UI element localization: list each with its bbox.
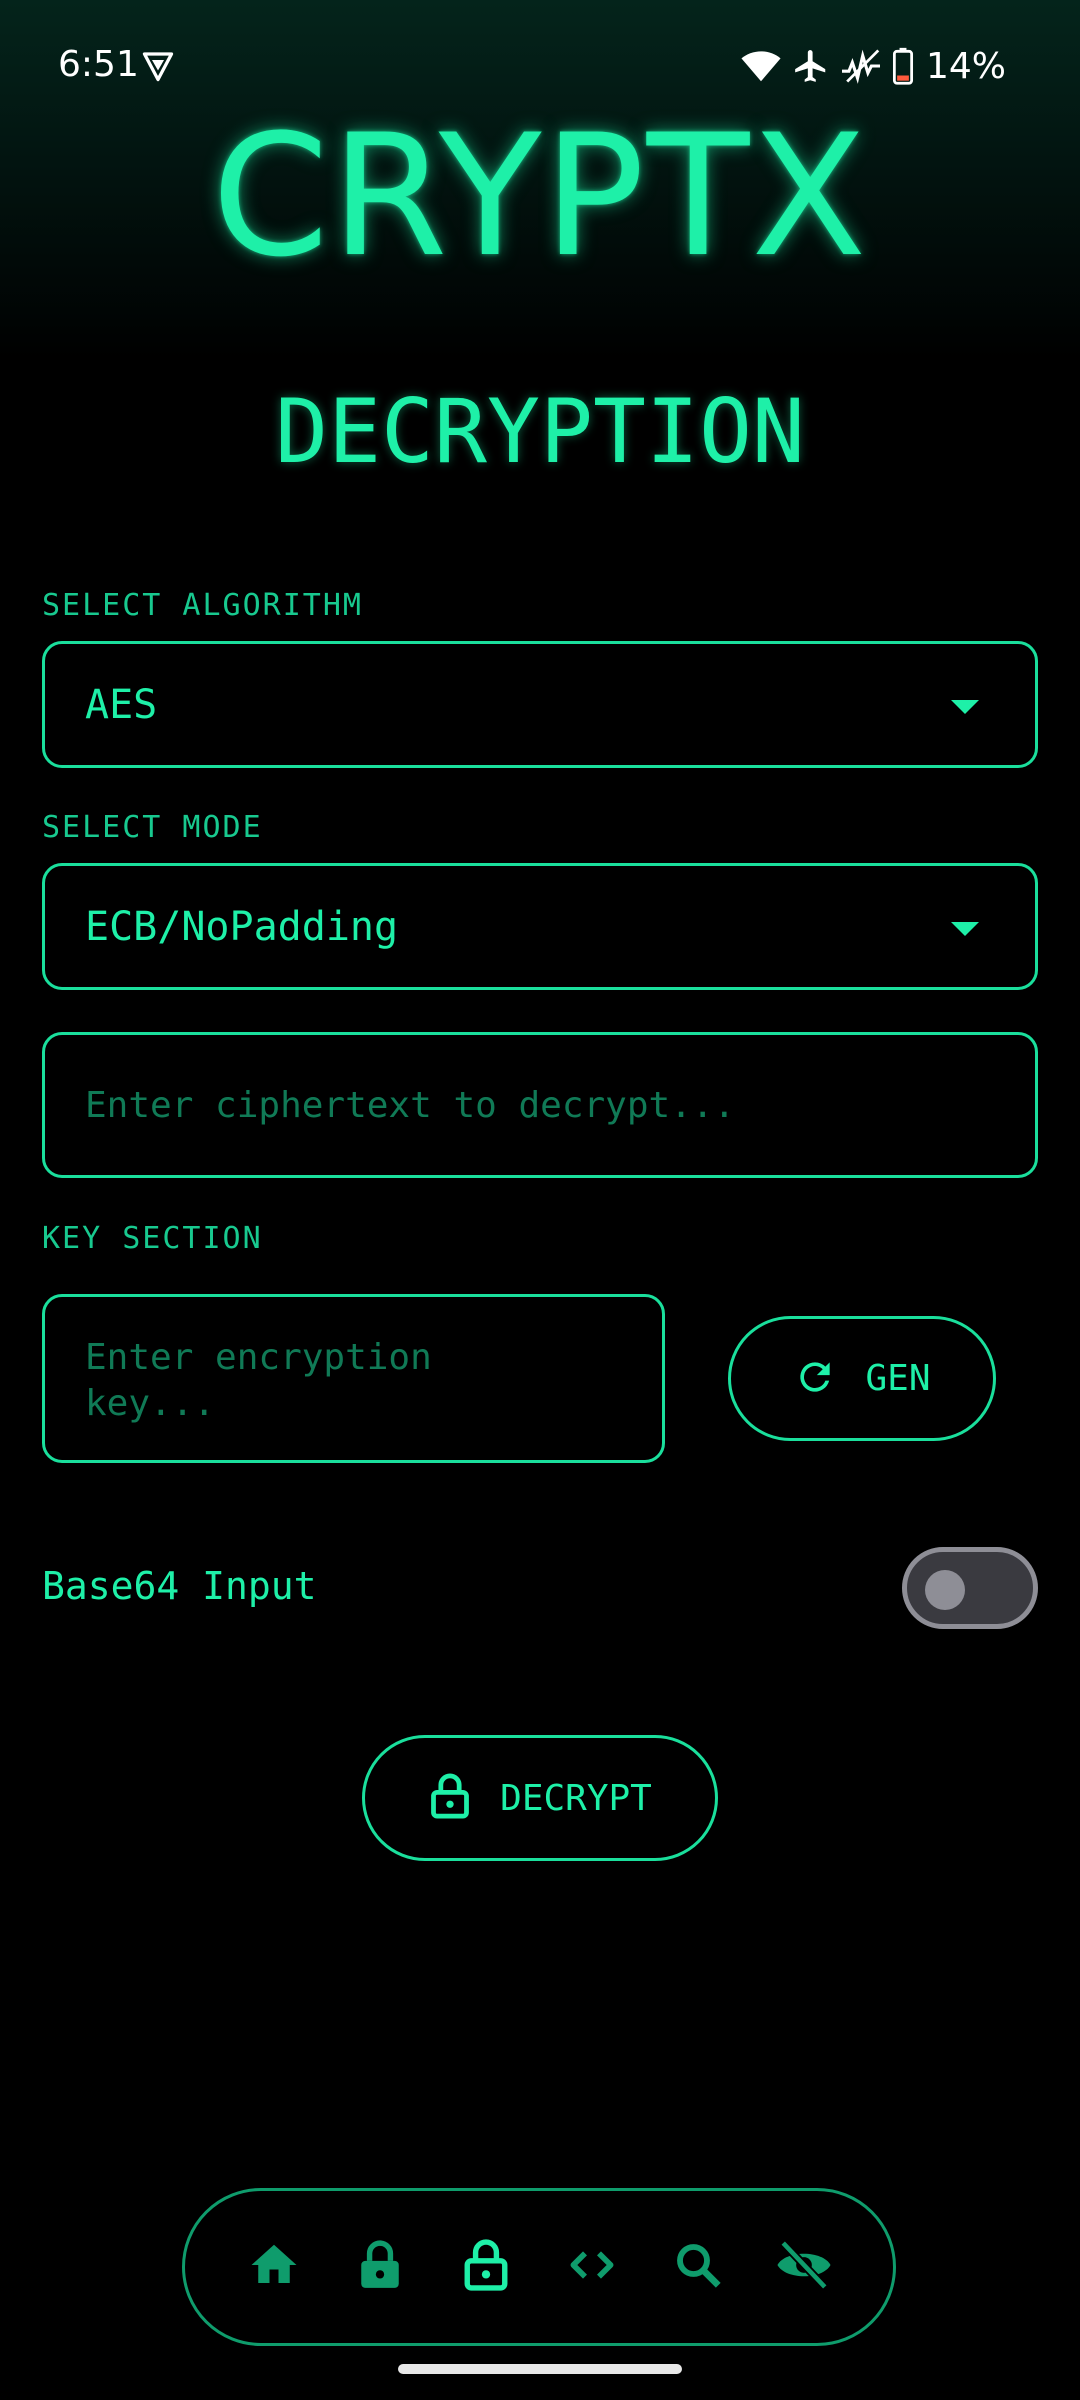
home-icon: [247, 2238, 301, 2296]
ciphertext-input[interactable]: Enter ciphertext to decrypt...: [42, 1032, 1038, 1178]
nav-home[interactable]: [247, 2240, 301, 2294]
base64-label: Base64 Input: [42, 1564, 317, 1608]
decrypt-button[interactable]: DECRYPT: [362, 1735, 718, 1861]
nav-encrypt[interactable]: [353, 2240, 407, 2294]
mode-select[interactable]: ECB/NoPadding: [42, 863, 1038, 990]
algorithm-label: SELECT ALGORITHM: [42, 588, 363, 623]
key-input[interactable]: Enter encryption key...: [42, 1294, 665, 1463]
app-title: CRYPTX: [211, 98, 869, 294]
key-section-label: KEY SECTION: [42, 1221, 263, 1256]
chevron-down-icon: [951, 921, 979, 936]
battery-low-icon: [892, 47, 914, 85]
lock-icon: [355, 2237, 405, 2297]
ciphertext-placeholder: Enter ciphertext to decrypt...: [85, 1085, 736, 1126]
unlock-icon: [461, 2237, 511, 2297]
toggle-knob: [925, 1570, 965, 1610]
eye-off-icon: [774, 2237, 834, 2297]
base64-toggle[interactable]: [902, 1547, 1038, 1629]
airplane-mode-icon: [792, 47, 830, 85]
chevron-down-icon: [951, 699, 979, 714]
vpn-shield-icon: [140, 48, 176, 88]
home-indicator[interactable]: [398, 2364, 682, 2374]
algorithm-select[interactable]: AES: [42, 641, 1038, 768]
generate-key-label: GEN: [865, 1358, 931, 1399]
status-time: 6:51: [58, 44, 139, 85]
nav-hide[interactable]: [777, 2240, 831, 2294]
nav-decrypt[interactable]: [459, 2237, 513, 2297]
decrypt-label: DECRYPT: [500, 1777, 652, 1819]
signal-activity-icon: [840, 47, 882, 85]
nav-search[interactable]: [671, 2240, 725, 2294]
refresh-icon: [793, 1355, 837, 1403]
bottom-nav: [182, 2188, 896, 2346]
algorithm-value: AES: [85, 681, 158, 728]
page-title: DECRYPTION: [275, 380, 805, 483]
key-placeholder: Enter encryption key...: [85, 1337, 432, 1424]
unlock-icon: [428, 1771, 472, 1825]
battery-percent: 14%: [925, 45, 1006, 87]
generate-key-button[interactable]: GEN: [728, 1316, 996, 1441]
code-icon: [564, 2237, 620, 2297]
search-icon: [671, 2238, 725, 2296]
wifi-icon: [740, 49, 782, 83]
status-icons: 14%: [740, 44, 1006, 88]
mode-value: ECB/NoPadding: [85, 903, 399, 950]
nav-code[interactable]: [565, 2240, 619, 2294]
mode-label: SELECT MODE: [42, 810, 263, 845]
